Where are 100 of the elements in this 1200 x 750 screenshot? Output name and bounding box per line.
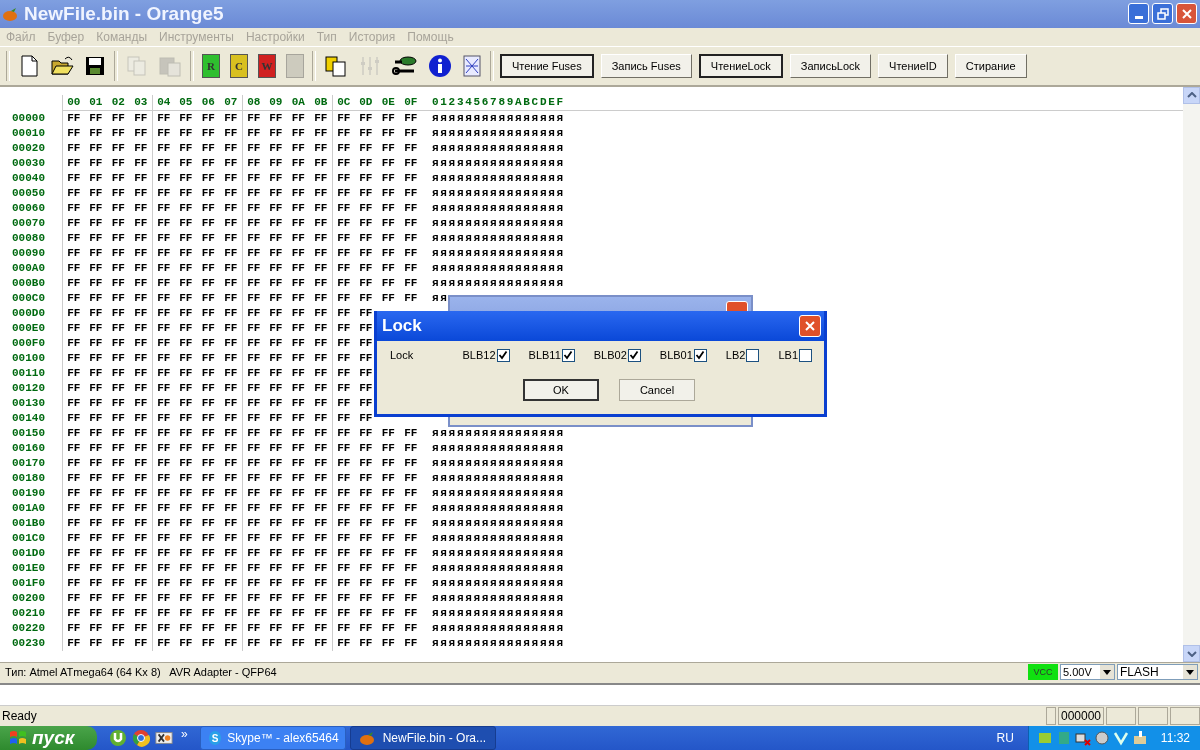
byte-cell-text: FF xyxy=(290,620,306,636)
byte-cell-text: FF xyxy=(358,260,374,276)
close-button[interactable] xyxy=(1176,3,1197,25)
checkbox[interactable] xyxy=(561,348,575,362)
byte-cell-text: FF xyxy=(200,470,216,486)
byte-cell-text: FF xyxy=(88,515,104,531)
memory-select[interactable]: FLASH xyxy=(1117,664,1198,681)
command-button[interactable]: Запись Fuses xyxy=(600,53,692,78)
byte-cell-text: FF xyxy=(268,185,284,201)
ascii-cell: яяяяяяяяяяяяяяяя xyxy=(432,440,565,456)
byte-cell-text: FF xyxy=(358,140,374,156)
byte-cell: FF xyxy=(332,125,355,141)
taskbar-button[interactable]: NewFile.bin - Ora... xyxy=(349,726,496,750)
byte-cell: FF xyxy=(242,365,265,381)
byte-cell-text: FF xyxy=(88,425,104,441)
byte-cell-text: FF xyxy=(110,350,126,366)
byte-cell-text: FF xyxy=(178,635,194,651)
restore-icon xyxy=(1156,8,1169,20)
command-button[interactable]: Чтение Fuses xyxy=(500,53,594,78)
byte-cell: FF xyxy=(152,140,175,156)
byte-cell-text: FF xyxy=(133,110,149,126)
scroll-down-button[interactable] xyxy=(1183,645,1200,663)
network-icon[interactable] xyxy=(1074,730,1091,746)
checkbox[interactable] xyxy=(496,348,510,362)
byte-cell-text: FF xyxy=(200,215,216,231)
language-indicator[interactable]: RU xyxy=(996,731,1014,745)
byte-cell-text: FF xyxy=(110,215,126,231)
byte-cell: FF xyxy=(152,110,175,126)
byte-cell: FF xyxy=(62,440,85,456)
byte-cell-text: FF xyxy=(223,500,239,516)
overflow-button[interactable]: » xyxy=(181,727,188,741)
close-button[interactable] xyxy=(799,314,821,337)
dialog-button[interactable]: Cancel xyxy=(619,378,695,401)
command-button[interactable]: ЧтениеLock xyxy=(698,53,783,78)
byte-cell-text: FF xyxy=(358,590,374,606)
byte-cell-text: FF xyxy=(268,140,284,156)
byte-cell-text: FF xyxy=(268,605,284,621)
byte-cell: FF xyxy=(62,215,85,231)
byte-cell-text: FF xyxy=(290,320,306,336)
chip-icon[interactable]: C xyxy=(228,51,250,80)
command-button[interactable]: ЧтениеID xyxy=(878,53,948,78)
address-cell-text: 000D0 xyxy=(12,305,46,321)
byte-cell-text: FF xyxy=(110,515,126,531)
byte-cell-text: FF xyxy=(133,500,149,516)
byte-cell-text: FF xyxy=(110,275,126,291)
tray-icon[interactable] xyxy=(1112,730,1129,746)
byte-cell-text: FF xyxy=(88,395,104,411)
byte-cell-text: FF xyxy=(358,455,374,471)
byte-cell-text: FF xyxy=(290,245,306,261)
voltage-select[interactable]: 5.00V xyxy=(1060,664,1115,681)
column-header: 0123456789ABCDEF xyxy=(432,94,565,110)
byte-cell-text: FF xyxy=(380,620,396,636)
browser-icon[interactable] xyxy=(132,729,150,747)
address-cell-text: 00190 xyxy=(12,485,46,501)
byte-cell-text: FF xyxy=(88,530,104,546)
start-button[interactable]: пуск xyxy=(0,726,97,750)
byte-cell-text: FF xyxy=(178,260,194,276)
taskbar-button[interactable]: S Skype™ - alex65464 xyxy=(199,726,346,750)
chip-icon[interactable]: R xyxy=(200,51,222,80)
checkbox[interactable] xyxy=(746,348,760,362)
byte-cell-text: FF xyxy=(358,125,374,141)
byte-cell-text: FF xyxy=(403,470,419,486)
checkbox[interactable] xyxy=(799,348,812,362)
checkbox[interactable] xyxy=(627,348,641,362)
byte-cell: FF xyxy=(332,155,355,171)
byte-cell-text: FF xyxy=(88,245,104,261)
torrent-icon[interactable] xyxy=(109,729,127,747)
byte-cell-text: FF xyxy=(133,425,149,441)
byte-cell-text: FF xyxy=(110,155,126,171)
address-cell-text: 000F0 xyxy=(12,335,46,351)
byte-cell: FF xyxy=(332,110,355,126)
minimize-button[interactable] xyxy=(1128,3,1149,25)
byte-cell: FF xyxy=(152,365,175,381)
byte-cell-text: FF xyxy=(223,590,239,606)
byte-cell: FF xyxy=(242,395,265,411)
checkbox[interactable] xyxy=(693,348,707,362)
byte-cell-text: FF xyxy=(380,455,396,471)
byte-cell-text: FF xyxy=(88,500,104,516)
dialog-button[interactable]: OK xyxy=(523,378,599,401)
speaker-icon[interactable] xyxy=(1093,730,1110,746)
byte-cell-text: FF xyxy=(403,170,419,186)
restore-button[interactable] xyxy=(1152,3,1173,25)
media-icon[interactable] xyxy=(155,729,173,747)
byte-cell: FF xyxy=(62,515,85,531)
byte-cell-text: FF xyxy=(88,560,104,576)
command-button[interactable]: ЗаписьLock xyxy=(789,53,872,78)
byte-cell-text: FF xyxy=(223,170,239,186)
byte-cell-text: FF xyxy=(200,125,216,141)
byte-cell-text: FF xyxy=(268,335,284,351)
byte-cell-text: FF xyxy=(358,215,374,231)
byte-cell-text: FF xyxy=(358,110,374,126)
tray-icon[interactable] xyxy=(1131,730,1148,746)
byte-cell-text: FF xyxy=(358,200,374,216)
byte-cell-text: FF xyxy=(268,485,284,501)
byte-cell-text: FF xyxy=(110,110,126,126)
byte-cell-text: FF xyxy=(290,440,306,456)
byte-cell-text: FF xyxy=(223,515,239,531)
byte-cell: FF xyxy=(62,335,85,351)
byte-cell-text: FF xyxy=(110,410,126,426)
command-button[interactable]: Стирание xyxy=(954,53,1027,78)
